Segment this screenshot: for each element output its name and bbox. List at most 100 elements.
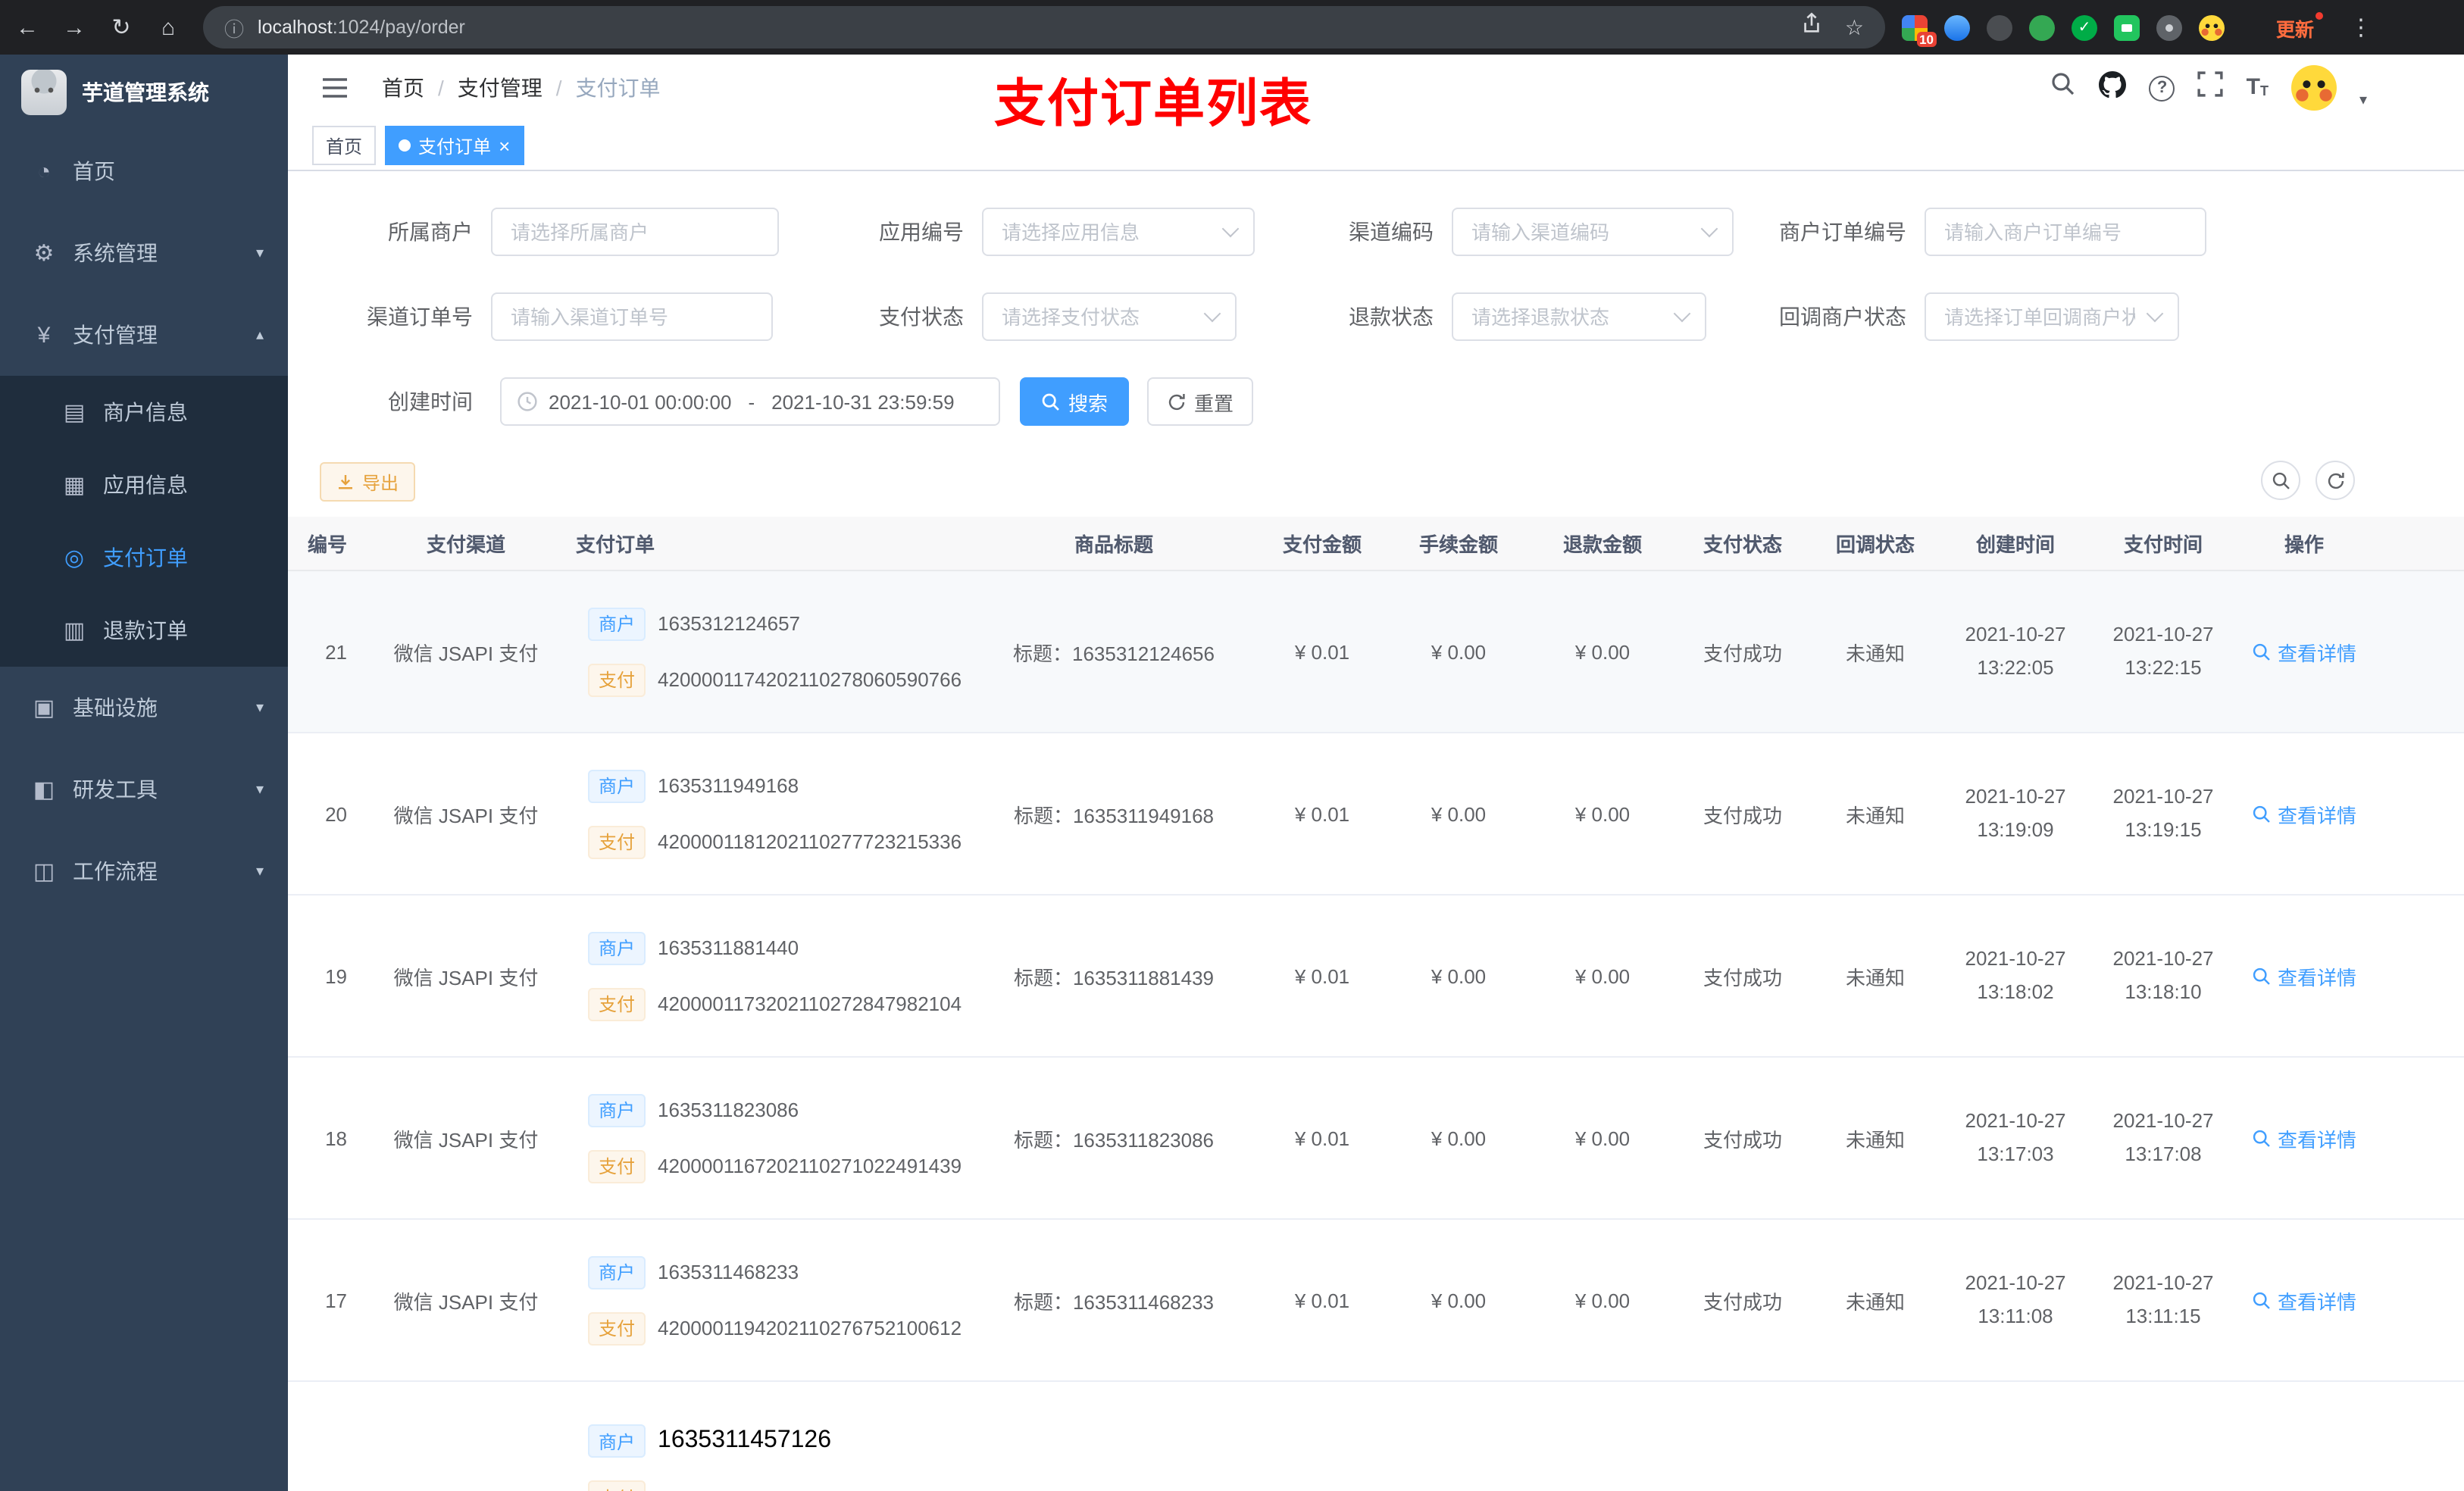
share-icon[interactable] — [1801, 12, 1824, 42]
filter-app: 应用编号 — [779, 208, 1255, 256]
sidebar-item-payment[interactable]: ¥ 支付管理 ▴ — [0, 294, 288, 376]
sidebar-item-workflow[interactable]: ◫ 工作流程 ▾ — [0, 830, 288, 912]
filter-label: 商户订单编号 — [1779, 220, 1906, 244]
create-time-range-picker[interactable]: 2021-10-01 00:00:00 - 2021-10-31 23:59:5… — [500, 377, 1000, 426]
chevron-down-icon: ▾ — [255, 245, 264, 261]
chevron-down-icon: ▾ — [255, 781, 264, 798]
refund-status-input[interactable] — [1452, 292, 1706, 341]
sidebar-item-pay-order[interactable]: ◎ 支付订单 — [0, 521, 288, 594]
sidebar-item-app-info[interactable]: ▦ 应用信息 — [0, 449, 288, 521]
callback-status-select[interactable] — [1925, 292, 2179, 341]
bookmark-star-icon[interactable]: ☆ — [1845, 14, 1864, 40]
payment-submenu: ▤ 商户信息 ▦ 应用信息 ◎ 支付订单 ▥ 退款订单 — [0, 376, 288, 667]
view-detail-link[interactable]: 查看详情 — [2252, 961, 2356, 990]
channel-code-select[interactable] — [1452, 208, 1734, 256]
browser-back-button[interactable]: ← — [6, 6, 48, 48]
date-start: 2021-10-01 00:00:00 — [549, 390, 732, 413]
tags-bar: 首页 支付订单 × — [288, 121, 2464, 171]
sidebar-item-dev-tools[interactable]: ◧ 研发工具 ▾ — [0, 749, 288, 830]
avatar-caret-icon[interactable]: ▾ — [2359, 92, 2367, 108]
channel-order-input[interactable] — [491, 292, 773, 341]
close-icon[interactable]: × — [499, 136, 510, 155]
view-detail-link[interactable]: 查看详情 — [2252, 637, 2356, 666]
merchant-order-no: 1635312124657 — [658, 612, 801, 635]
pay-tag: 支付 — [588, 663, 646, 696]
table-row[interactable]: 20 微信 JSAPI 支付 商户 1635311949168 支付 42000… — [288, 733, 2464, 896]
filter-channel-code: 渠道编码 — [1249, 208, 1734, 256]
merchant-tag: 商户 — [588, 769, 646, 802]
merchant-select[interactable] — [491, 208, 779, 256]
table-row[interactable]: 18 微信 JSAPI 支付 商户 1635311823086 支付 42000… — [288, 1058, 2464, 1220]
merchant-select-input[interactable] — [491, 208, 779, 256]
sidebar-item-home[interactable]: ◔ 首页 — [0, 130, 288, 212]
hamburger-icon[interactable] — [321, 73, 352, 103]
export-button[interactable]: 导出 — [320, 462, 416, 502]
sidebar-item-refund-order[interactable]: ▥ 退款订单 — [0, 594, 288, 667]
sidebar-item-system[interactable]: ⚙ 系统管理 ▾ — [0, 212, 288, 294]
extension-check-icon[interactable]: ✓ — [2072, 14, 2097, 40]
tab-pay-order[interactable]: 支付订单 × — [385, 126, 524, 165]
view-detail-icon — [2253, 1129, 2270, 1146]
browser-forward-button[interactable]: → — [53, 6, 95, 48]
user-avatar[interactable] — [2290, 65, 2337, 111]
site-info-icon[interactable]: ⓘ — [224, 13, 244, 42]
merchant-order-input-wrap[interactable] — [1925, 208, 2206, 256]
view-detail-link[interactable]: 查看详情 — [2252, 1286, 2356, 1314]
breadcrumb-home[interactable]: 首页 — [382, 73, 424, 103]
help-icon[interactable]: ? — [2149, 75, 2175, 101]
address-bar[interactable]: ⓘ localhost :1024/pay/order ☆ — [203, 6, 1885, 48]
sidebar-item-infrastructure[interactable]: ▣ 基础设施 ▾ — [0, 667, 288, 749]
browser-profile-avatar[interactable] — [2199, 14, 2225, 40]
created-time: 13:19:09 — [1977, 818, 2054, 841]
browser-update-button[interactable]: 更新 — [2264, 11, 2326, 44]
fullscreen-icon[interactable] — [2198, 71, 2224, 105]
extension-dark-circle-icon[interactable] — [1987, 14, 2012, 40]
cell-refund: ¥ 0.00 — [1574, 964, 1631, 987]
breadcrumb-pay-management[interactable]: 支付管理 — [458, 73, 543, 103]
sidebar-item-merchant-info[interactable]: ▤ 商户信息 — [0, 376, 288, 449]
font-size-icon[interactable]: TT — [2247, 76, 2269, 98]
merchant-order-input[interactable] — [1925, 208, 2206, 256]
browser-menu-button[interactable]: ⋮ — [2340, 6, 2382, 48]
tab-home[interactable]: 首页 — [312, 126, 377, 165]
screen: ← → ↻ ⌂ ⓘ localhost :1024/pay/order ☆ 10… — [0, 0, 2464, 1491]
search-icon[interactable] — [2051, 71, 2077, 105]
reset-button[interactable]: 重置 — [1147, 377, 1254, 426]
view-detail-link[interactable]: 查看详情 — [2252, 799, 2356, 828]
app-select[interactable] — [982, 208, 1255, 256]
extension-chat-icon[interactable] — [2114, 14, 2140, 40]
filter-merchant: 所属商户 — [288, 208, 779, 256]
col-header-action: 操作 — [2284, 533, 2324, 556]
extension-drop-icon[interactable] — [1944, 14, 1970, 40]
toggle-search-button[interactable] — [2261, 461, 2300, 500]
menu-label: 工作流程 — [73, 859, 158, 883]
app-logo[interactable]: 芋道管理系统 — [0, 55, 288, 130]
search-button[interactable]: 搜索 — [1020, 377, 1130, 426]
browser-home-button[interactable]: ⌂ — [147, 6, 189, 48]
menu-label: 系统管理 — [73, 241, 158, 265]
channel-order-input-wrap[interactable] — [491, 292, 773, 341]
pay-status-input[interactable] — [982, 292, 1237, 341]
extension-pin-icon[interactable] — [2156, 14, 2182, 40]
refund-status-select[interactable] — [1452, 292, 1706, 341]
cell-paid: 2021-10-27 13:18:10 — [2091, 942, 2235, 1009]
callback-status-input[interactable] — [1925, 292, 2179, 341]
logo-avatar — [21, 70, 67, 115]
table-row[interactable]: 19 微信 JSAPI 支付 商户 1635311881440 支付 42000… — [288, 896, 2464, 1058]
table-row[interactable]: 17 微信 JSAPI 支付 商户 1635311468233 支付 42000… — [288, 1220, 2464, 1382]
pay-order-no: 4200001173202110272847982104 — [658, 992, 962, 1015]
menu-label: 研发工具 — [73, 777, 158, 802]
col-header-channel: 支付渠道 — [426, 533, 505, 556]
extension-green-circle-icon[interactable] — [2029, 14, 2055, 40]
table-row[interactable]: 21 微信 JSAPI 支付 商户 1635312124657 支付 42000… — [288, 571, 2464, 733]
channel-code-input[interactable] — [1452, 208, 1734, 256]
refresh-table-button[interactable] — [2315, 461, 2355, 500]
refresh-icon — [1168, 392, 1185, 410]
refresh-icon — [2327, 471, 2344, 489]
github-icon[interactable] — [2099, 70, 2127, 105]
pay-status-select[interactable] — [982, 292, 1237, 341]
view-detail-link[interactable]: 查看详情 — [2252, 1124, 2356, 1152]
app-select-input[interactable] — [982, 208, 1255, 256]
browser-reload-button[interactable]: ↻ — [100, 6, 142, 48]
extension-palette-icon[interactable]: 10 — [1902, 14, 1937, 46]
